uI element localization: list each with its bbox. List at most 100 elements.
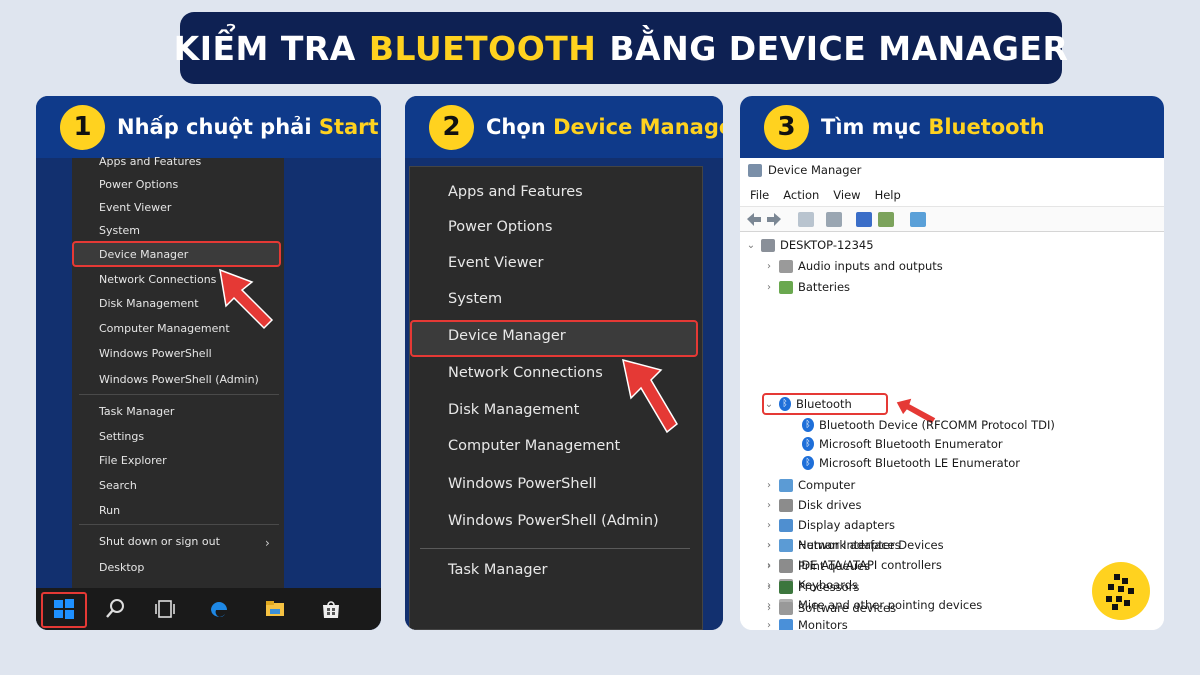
tree-item-computer[interactable]: › Computer [764, 478, 855, 492]
chevron-right-icon: › [767, 499, 771, 511]
menu-view[interactable]: View [833, 188, 860, 202]
brand-logo-icon [1092, 562, 1150, 620]
step-3-label: Tìm mục [821, 115, 921, 139]
chevron-right-icon: › [265, 536, 270, 550]
tree-item-audio[interactable]: › Audio inputs and outputs [764, 259, 943, 273]
menu-item-powershell-admin[interactable]: Windows PowerShell (Admin) [448, 513, 659, 529]
chevron-down-icon: ⌄ [764, 398, 774, 410]
menu-item-run[interactable]: Run [99, 504, 120, 517]
title-part2: BẰNG DEVICE MANAGER [609, 28, 1069, 68]
menu-item-shut-down[interactable]: Shut down or sign out [99, 535, 220, 548]
bluetooth-icon: ᛒ [802, 437, 814, 451]
back-arrow-icon[interactable] [746, 212, 762, 227]
step-2-panel: 2 Chọn Device Manager Apps and Features … [405, 96, 723, 630]
menu-item-file-explorer[interactable]: File Explorer [99, 454, 167, 467]
menu-item-computer-management[interactable]: Computer Management [448, 438, 620, 454]
step-2-header: 2 Chọn Device Manager [405, 96, 723, 158]
tree-item-label: Bluetooth [796, 397, 852, 411]
menu-separator [79, 524, 279, 525]
tree-item-keyboards[interactable]: › Keyboards [764, 578, 858, 592]
menu-help[interactable]: Help [875, 188, 901, 202]
menu-bar: File Action View Help [750, 188, 901, 202]
help-icon[interactable] [856, 212, 872, 227]
tree-item-label: Microsoft Bluetooth Enumerator [819, 437, 1003, 451]
device-manager-window: Device Manager File Action View Help ⌄ D… [740, 158, 1164, 630]
windows-start-icon[interactable] [53, 598, 75, 620]
tree-item-mice[interactable]: › Mice and other pointing devices [764, 598, 982, 612]
computer-icon [761, 238, 775, 252]
chevron-right-icon: › [767, 599, 771, 611]
mouse-icon [779, 598, 793, 612]
menu-item-settings[interactable]: Settings [99, 430, 144, 443]
search-icon[interactable] [104, 598, 126, 620]
menu-item-apps-features[interactable]: Apps and Features [448, 184, 583, 200]
menu-item-task-manager[interactable]: Task Manager [99, 405, 174, 418]
bluetooth-icon: ᛒ [802, 456, 814, 470]
tree-item-label: Display adapters [798, 518, 896, 532]
tree-item-monitors[interactable]: › Monitors [764, 618, 848, 630]
update-driver-icon[interactable] [878, 212, 894, 227]
page-title: KIỂM TRA BLUETOOTH BẰNG DEVICE MANAGER [174, 12, 1068, 84]
menu-item-network-connections[interactable]: Network Connections [99, 273, 216, 286]
task-view-icon[interactable] [154, 598, 176, 620]
menu-item-computer-management[interactable]: Computer Management [99, 322, 230, 335]
display-icon [779, 518, 793, 532]
scan-hardware-icon[interactable] [910, 212, 926, 227]
properties-icon[interactable] [798, 212, 814, 227]
chevron-right-icon: › [767, 260, 771, 272]
tree-item-display-adapters[interactable]: › Display adapters [764, 518, 895, 532]
bluetooth-icon: ᛒ [779, 397, 791, 411]
menu-item-powershell-admin[interactable]: Windows PowerShell (Admin) [99, 373, 259, 386]
step-2-label: Chọn [486, 115, 546, 139]
tree-item-bluetooth[interactable]: ⌄ ᛒ Bluetooth [764, 397, 852, 411]
menu-item-task-manager[interactable]: Task Manager [448, 562, 547, 578]
device-manager-icon [748, 163, 762, 177]
menu-item-event-viewer[interactable]: Event Viewer [448, 255, 543, 271]
file-explorer-icon[interactable] [264, 598, 286, 620]
tree-item-hid[interactable]: › Human Interface Devices [764, 538, 944, 552]
menu-item-apps-features[interactable]: Apps and Features [99, 155, 201, 168]
bluetooth-icon: ᛒ [802, 418, 814, 432]
step-1-highlight: Start [318, 115, 379, 139]
tree-item-disk-drives[interactable]: › Disk drives [764, 498, 861, 512]
menu-item-system[interactable]: System [448, 291, 502, 307]
step-1-label: Nhấp chuột phải [117, 115, 312, 139]
tree-item-ide[interactable]: › IDE ATA/ATAPI controllers [764, 558, 942, 572]
chevron-right-icon: › [767, 619, 771, 631]
battery-icon [779, 280, 793, 294]
tree-item-batteries[interactable]: › Batteries [764, 280, 850, 294]
computer-icon [779, 478, 793, 492]
monitor-icon [779, 618, 793, 630]
bt-le-enumerator[interactable]: ᛒ Microsoft Bluetooth LE Enumerator [802, 456, 1020, 470]
menu-separator [420, 548, 690, 549]
menu-action[interactable]: Action [783, 188, 819, 202]
bt-device-rfcomm[interactable]: ᛒ Bluetooth Device (RFCOMM Protocol TDI) [802, 418, 1055, 432]
menu-item-power-options[interactable]: Power Options [448, 219, 552, 235]
bt-enumerator[interactable]: ᛒ Microsoft Bluetooth Enumerator [802, 437, 1003, 451]
menu-item-device-manager[interactable]: Device Manager [448, 328, 566, 344]
menu-item-disk-management[interactable]: Disk Management [448, 402, 579, 418]
red-arrow-icon [622, 358, 678, 434]
menu-file[interactable]: File [750, 188, 769, 202]
menu-item-disk-management[interactable]: Disk Management [99, 297, 199, 310]
title-part1: KIỂM TRA [173, 28, 356, 68]
menu-item-event-viewer[interactable]: Event Viewer [99, 201, 171, 214]
edge-icon[interactable] [208, 598, 230, 620]
menu-item-powershell[interactable]: Windows PowerShell [99, 347, 212, 360]
menu-separator [79, 394, 279, 395]
menu-item-power-options[interactable]: Power Options [99, 178, 178, 191]
menu-item-system[interactable]: System [99, 224, 140, 237]
menu-item-desktop[interactable]: Desktop [99, 561, 144, 574]
step-1-badge: 1 [60, 104, 105, 150]
tree-root[interactable]: ⌄ DESKTOP-12345 [746, 238, 874, 252]
chevron-right-icon: › [767, 519, 771, 531]
tree-item-label: IDE ATA/ATAPI controllers [798, 558, 942, 572]
store-icon[interactable] [320, 598, 342, 620]
menu-item-device-manager[interactable]: Device Manager [99, 248, 188, 261]
menu-item-network-connections[interactable]: Network Connections [448, 365, 603, 381]
forward-arrow-icon[interactable] [766, 212, 782, 227]
title-highlight: BLUETOOTH [368, 28, 597, 68]
menu-item-powershell[interactable]: Windows PowerShell [448, 476, 597, 492]
menu-item-search[interactable]: Search [99, 479, 137, 492]
list-view-icon[interactable] [826, 212, 842, 227]
